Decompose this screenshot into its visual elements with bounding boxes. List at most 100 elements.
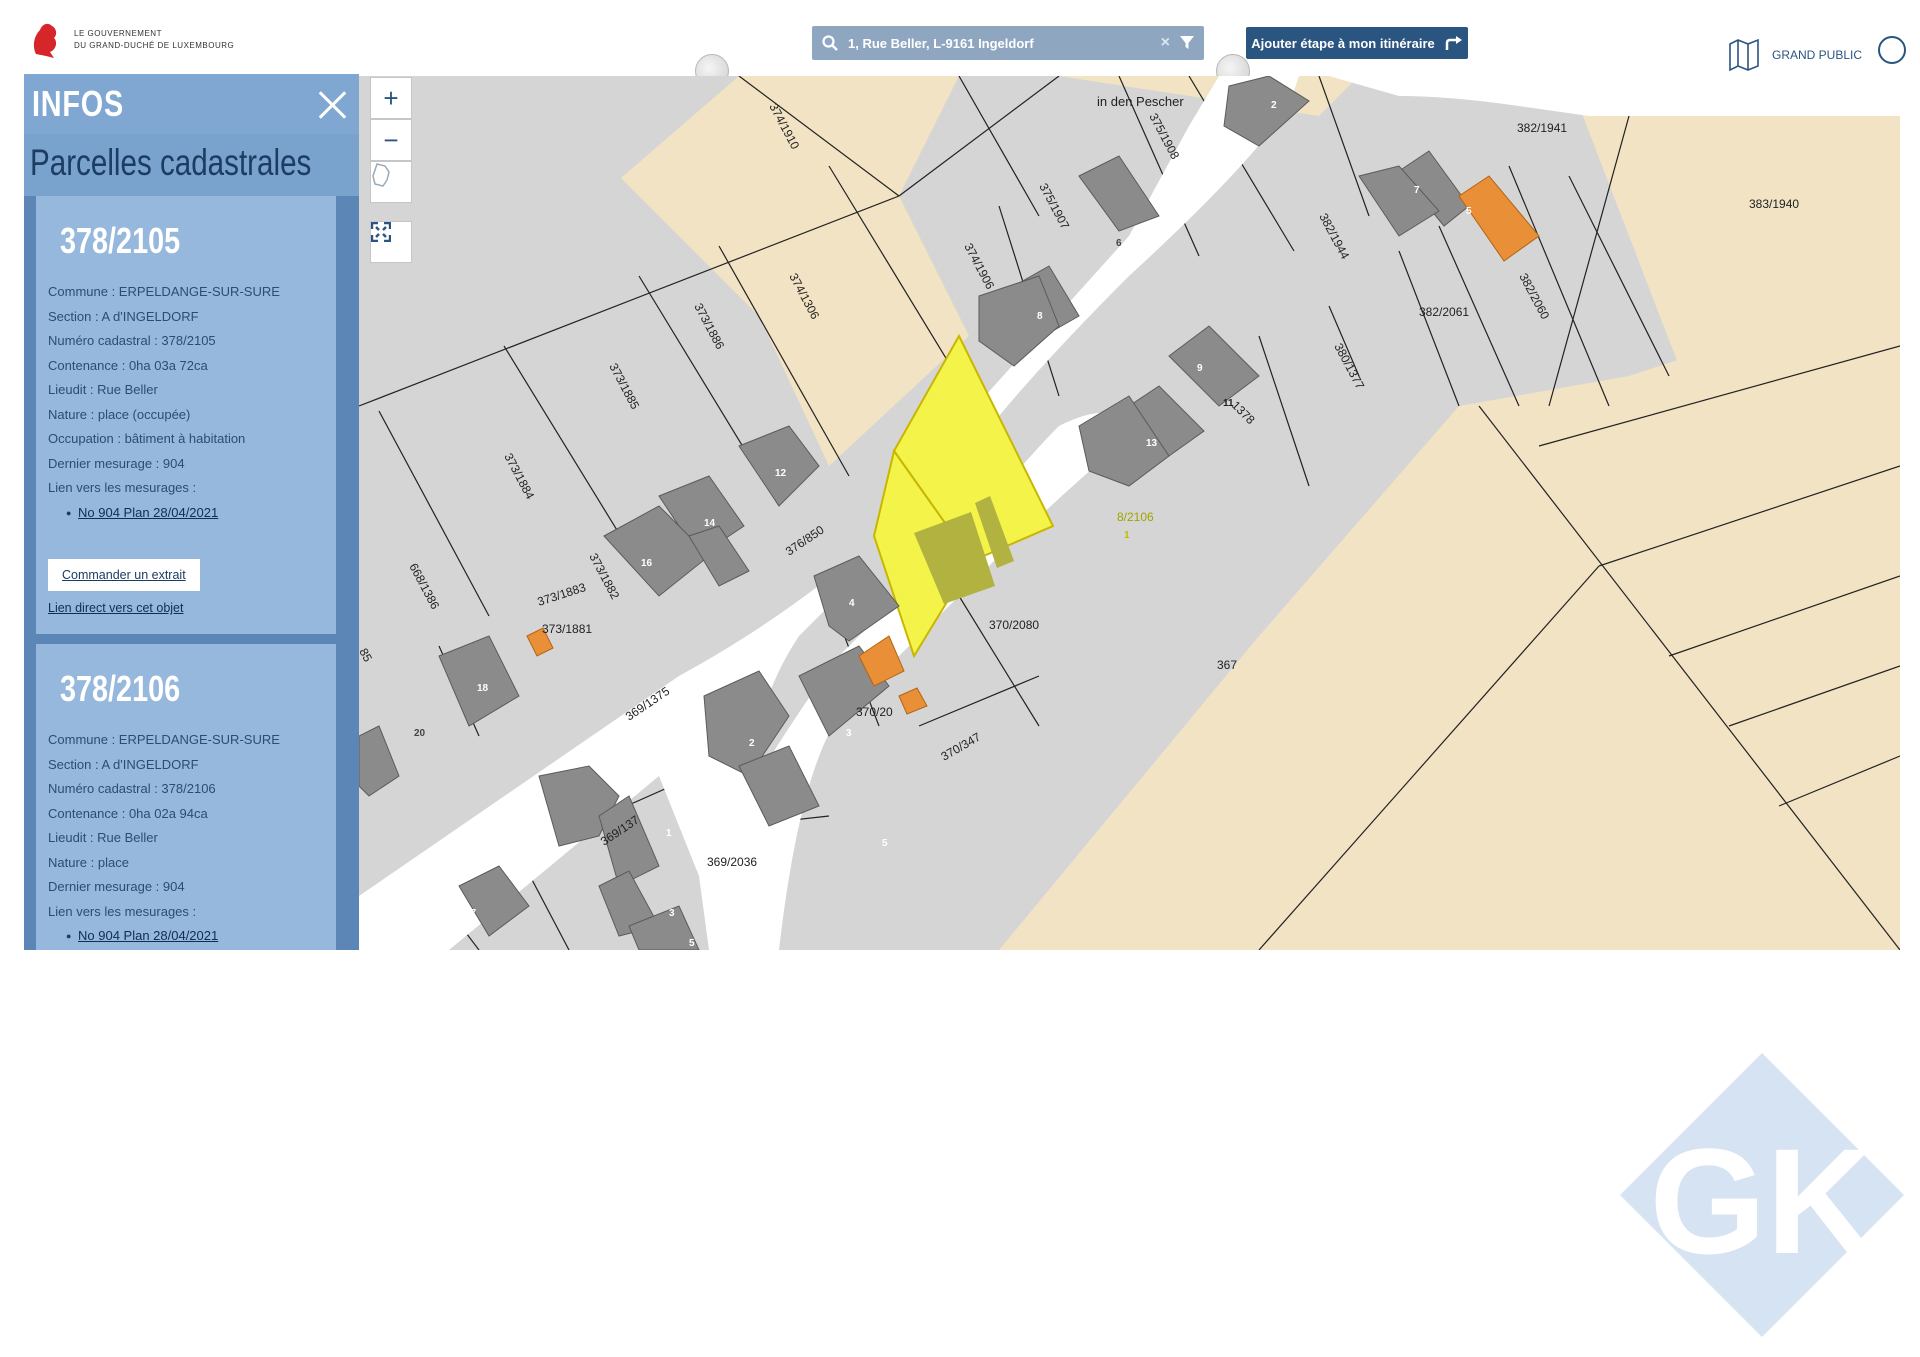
parcel-lieudit: Lieudit : Rue Beller (48, 830, 158, 845)
search-bar[interactable]: 1, Rue Beller, L-9161 Ingeldorf × (812, 26, 1204, 60)
parcel-nature: Nature : place (occupée) (48, 406, 191, 422)
plan-link[interactable]: No 904 Plan 28/04/2021 (48, 924, 324, 949)
parcel-label: 370/2080 (989, 618, 1039, 632)
info-panel-header: INFOS (24, 74, 359, 134)
map-icon (1729, 38, 1759, 72)
globe-icon[interactable] (1878, 36, 1906, 64)
parcel-id: 378/2106 (60, 668, 181, 709)
country-extent-button[interactable] (370, 161, 412, 203)
info-panel: INFOS Parcelles cadastrales 378/2105 Com… (24, 74, 359, 950)
parcel-card-1: 378/2105 Commune : ERPELDANGE-SUR-SURE S… (36, 196, 336, 634)
gov-line-1: LE GOUVERNEMENT (74, 29, 162, 38)
house-number: 7 (1414, 185, 1420, 196)
zoom-out-button[interactable]: − (370, 119, 412, 161)
zoom-in-button[interactable]: + (370, 77, 412, 119)
parcel-label: 668/1386 (406, 561, 442, 612)
house-number: 18 (477, 683, 489, 694)
parcel-label: 373/1885 (606, 361, 642, 412)
map-canvas: in den Pescher 374/1910 375/1908 375/190… (359, 76, 1900, 950)
house-number: 2 (1271, 100, 1277, 111)
parcel-numero: Numéro cadastral : 378/2106 (48, 781, 216, 796)
parcel-label: 382/2060 (1516, 271, 1552, 322)
house-number: 5 (689, 938, 695, 949)
parcel-section: Section : A d'INGELDORF (48, 756, 199, 772)
order-extract-button[interactable]: Commander un extrait (48, 559, 200, 591)
government-logo[interactable]: LE GOUVERNEMENT DU GRAND-DUCHÉ DE LUXEMB… (28, 18, 234, 62)
street-label: in den Pescher (1097, 94, 1184, 109)
parcel-label: 8/2106 (1117, 510, 1154, 524)
parcel-contenance: Contenance : 0ha 02a 94ca (48, 805, 208, 821)
page: LE GOUVERNEMENT DU GRAND-DUCHÉ DE LUXEMB… (0, 0, 1920, 1357)
parcel-commune: Commune : ERPELDANGE-SUR-SURE (48, 284, 280, 299)
parcel-occupation: Occupation : bâtiment à habitation (48, 431, 246, 446)
parcel-mesurage: Dernier mesurage : 904 (48, 455, 185, 471)
fullscreen-icon (371, 222, 391, 242)
house-number: 14 (704, 518, 716, 529)
close-icon[interactable] (315, 87, 349, 121)
house-number: 8 (1037, 311, 1043, 322)
house-number: 2 (749, 738, 755, 749)
panel-subtitle: Parcelles cadastrales (24, 134, 359, 196)
zoom-in-label: + (383, 82, 399, 113)
parcel-lieudit: Lieudit : Rue Beller (48, 382, 158, 397)
house-number: 6 (1116, 238, 1122, 249)
parcel-label: 383/1940 (1749, 197, 1799, 211)
house-number: 5 (882, 838, 888, 849)
parcel-contenance: Contenance : 0ha 03a 72ca (48, 357, 208, 373)
parcel-label: 374/1906 (961, 241, 997, 292)
turn-right-arrow-icon (1445, 36, 1462, 50)
house-number: 12 (775, 468, 787, 479)
parcel-label: 373/1884 (501, 451, 537, 502)
parcel-card-2: 378/2106 Commune : ERPELDANGE-SUR-SURE S… (36, 644, 336, 950)
zoom-out-label: − (383, 124, 399, 155)
house-number: 9 (1197, 363, 1203, 374)
house-number: 20 (414, 728, 426, 739)
add-route-step-button[interactable]: Ajouter étape à mon itinéraire (1246, 27, 1468, 59)
parcel-label: 373/1883 (536, 580, 588, 609)
parcel-numero: Numéro cadastral : 378/2105 (48, 333, 216, 348)
parcel-mesurage: Dernier mesurage : 904 (48, 879, 185, 894)
plan-link[interactable]: No 904 Plan 28/04/2021 (48, 501, 324, 526)
parcel-liens: Lien vers les mesurages : (48, 480, 197, 495)
house-number: 5 (1466, 206, 1472, 217)
house-number: 3 (846, 728, 852, 739)
parcel-label: 373/1881 (542, 622, 592, 636)
search-icon (822, 35, 838, 51)
parcel-label: 382/1944 (1316, 211, 1352, 262)
parcel-label: 375/1907 (1036, 181, 1072, 232)
clear-icon[interactable]: × (1161, 34, 1170, 52)
parcel-label: 370/20 (856, 705, 893, 719)
parcel-commune: Commune : ERPELDANGE-SUR-SURE (48, 732, 280, 747)
filter-icon[interactable] (1180, 36, 1194, 50)
svg-text:GK: GK (1650, 1117, 1875, 1285)
search-input[interactable]: 1, Rue Beller, L-9161 Ingeldorf (848, 36, 1151, 51)
parcel-label: 85 (359, 646, 375, 665)
audience-label: GRAND PUBLIC (1772, 48, 1863, 62)
field-367 (999, 286, 1900, 950)
parcel-nature: Nature : place (48, 854, 129, 870)
house-number: 1 (1124, 530, 1130, 541)
parcel-section: Section : A d'INGELDORF (48, 308, 199, 324)
house-number: 1 (666, 828, 672, 839)
lion-crest-icon (33, 23, 57, 58)
cadastral-map[interactable]: in den Pescher 374/1910 375/1908 375/190… (359, 76, 1900, 950)
gov-line-2: DU GRAND-DUCHÉ DE LUXEMBOURG (74, 41, 235, 50)
parcel-label: 382/1941 (1517, 121, 1567, 135)
parcel-label: 382/2061 (1419, 305, 1469, 319)
parcel-label: 375/1908 (1146, 111, 1182, 162)
parcel-label: 370/347 (939, 730, 984, 764)
panel-subtitle-text: Parcelles cadastrales (30, 142, 312, 183)
house-number: 16 (641, 558, 653, 569)
parcel-label: 373/1882 (586, 551, 622, 602)
parcel-id: 378/2105 (60, 220, 181, 261)
gk-watermark-logo: GK (1620, 1053, 1904, 1337)
direct-object-link[interactable]: Lien direct vers cet objet (48, 601, 324, 615)
fullscreen-button[interactable] (370, 221, 412, 263)
parcel-label: 373/1886 (691, 301, 727, 352)
house-number: 17 (465, 908, 477, 919)
house-number: 13 (1146, 438, 1158, 449)
house-number: 3 (669, 908, 675, 919)
parcel-label: 367 (1217, 658, 1237, 672)
parcel-label: 369/2036 (707, 855, 757, 869)
audience-selector[interactable]: GRAND PUBLIC (1728, 38, 1862, 72)
